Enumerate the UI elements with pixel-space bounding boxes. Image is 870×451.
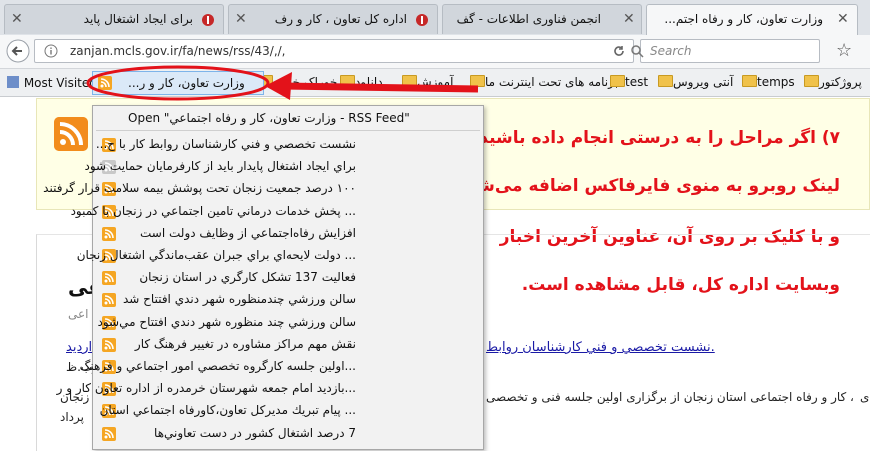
arrow-head-icon <box>265 72 292 100</box>
arrow-shaft <box>281 82 479 93</box>
annotation-overlay <box>86 65 479 101</box>
highlight-ellipse <box>86 65 270 101</box>
